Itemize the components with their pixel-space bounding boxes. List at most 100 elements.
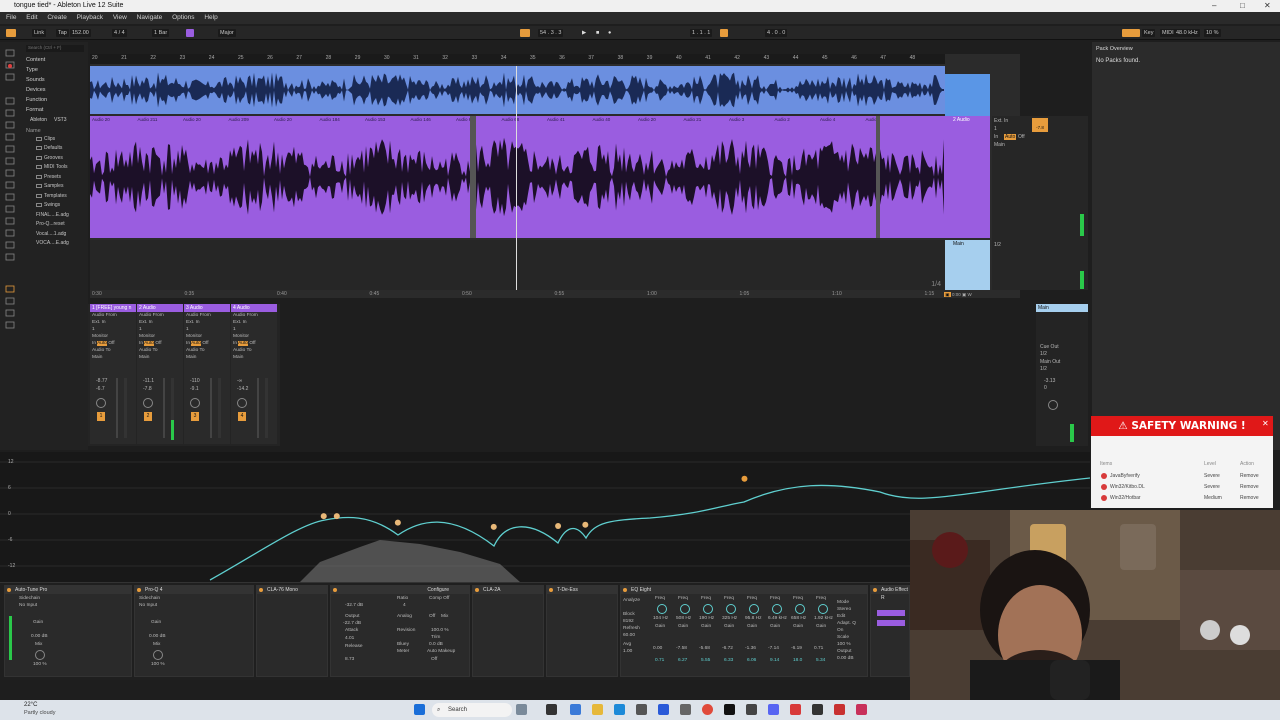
band-q[interactable]: 6.33 [724,658,733,663]
clip-label[interactable]: Audio 20 [183,117,201,122]
browser-tag-vst3[interactable]: VST3 [54,117,67,123]
freq-knob[interactable] [703,604,713,614]
remove-link[interactable]: Remove [1240,473,1259,479]
folder-icon[interactable] [592,704,603,715]
mix-knob[interactable] [153,650,163,660]
freq-knob[interactable] [726,604,736,614]
main-volume-field[interactable]: -3.13 [1044,378,1055,384]
volume-field[interactable]: -8.77 [96,378,107,384]
gain-value[interactable]: 0.00 dB [31,634,48,639]
app-icon[interactable] [658,704,669,715]
audio-track-blue[interactable] [90,66,945,114]
maximize-icon[interactable]: □ [1240,0,1245,12]
compressor-param[interactable]: Off [429,614,435,619]
eq8-band[interactable]: Freq 6.49 kHz Gain -7.14 9.14 [768,596,790,676]
eq8-param[interactable]: 60.00 [623,633,635,638]
pan-knob[interactable] [96,398,106,408]
eq8-band[interactable]: Freq 95.8 Hz Gain -1.36 6.06 [745,596,767,676]
loop-start-field[interactable]: 1 . 1 . 1 [690,29,713,37]
rack-chain[interactable] [877,620,905,626]
record-icon[interactable]: ● [606,29,614,37]
menu-edit[interactable]: Edit [26,14,37,21]
browser-category-sounds[interactable]: Sounds [26,77,45,83]
app-icon[interactable] [570,704,581,715]
compressor-param[interactable]: Bluey [397,642,409,647]
taskbar-search-input[interactable]: ⌕ Search [432,703,512,717]
pan-field[interactable]: -7.8 [143,386,152,392]
discord-icon[interactable] [768,704,779,715]
browser-tag-ableton[interactable]: Ableton [30,117,47,123]
loop-length-field[interactable]: 4 . 0 . 0 [765,29,788,37]
browser-category-function[interactable]: Function [26,97,47,103]
eq8-param[interactable]: Stereo [837,607,851,612]
app-icon[interactable] [680,704,691,715]
volume-field[interactable]: -11.1 [143,378,154,384]
pan-field[interactable]: -6.7 [96,386,105,392]
position-field[interactable]: 54 . 3 . 3 [538,29,564,37]
key-map-button[interactable]: Key [1142,29,1156,37]
quantize-field[interactable]: 1 Bar [152,29,170,37]
configure-button[interactable]: Configure [331,586,469,594]
band-gain[interactable]: -6.19 [791,646,802,651]
app-icon[interactable] [790,704,801,715]
browser-category-devices[interactable]: Devices [26,87,46,93]
monitor-off[interactable]: Off [1018,134,1025,140]
band-gain[interactable]: -7.14 [768,646,779,651]
eq8-param[interactable]: 8192 [623,619,634,624]
freq-knob[interactable] [772,604,782,614]
browser-category-content[interactable]: Content [26,57,45,63]
clip-label[interactable]: Audio 20 [92,117,110,122]
eq8-param[interactable]: Analyze [623,598,640,603]
menu-view[interactable]: View [113,14,127,21]
clip-label[interactable]: Audio 3 [729,117,744,122]
browser-folder[interactable]: Presets [36,174,61,180]
compressor-param[interactable]: Off [431,657,437,662]
band-q[interactable]: 18.0 [793,658,802,663]
compressor-param[interactable]: 4 [403,603,406,608]
clip-label[interactable]: Audio 20 [274,117,292,122]
monitor-buttons[interactable]: In Auto Off [184,340,230,347]
browser-folder[interactable]: Clips [36,136,55,142]
volume-fader[interactable] [257,378,259,438]
pan-knob[interactable] [190,398,200,408]
output-select[interactable]: Main [90,354,136,361]
input-channel-select[interactable]: 1 [90,326,136,333]
sidechain-input[interactable]: No Input [19,603,37,608]
weather-temp[interactable]: 22°C [24,702,37,708]
scale-field[interactable]: Major [218,29,236,37]
output-select[interactable]: Main [137,354,183,361]
band-q[interactable]: 9.14 [770,658,779,663]
track-activator[interactable]: 4 [238,412,246,421]
input-type-select[interactable]: Ext. In [184,319,230,326]
track-header-main[interactable]: Main [945,240,990,290]
volume-field[interactable]: -∞ [237,378,242,384]
input-channel-select[interactable]: 1 [184,326,230,333]
signature-field[interactable]: 4 / 4 [112,29,127,37]
eq8-param[interactable]: 0.00 dB [837,656,854,661]
compressor-param[interactable]: 0.0 dB [429,642,443,647]
browser-sidebar-icons[interactable] [4,46,18,336]
app-icon[interactable] [856,704,867,715]
zoom-controls[interactable]: ▣ 0:00 ▣ W [944,292,994,299]
app-icon[interactable] [834,704,845,715]
browser-folder[interactable]: Grooves [36,155,63,161]
volume-fader[interactable] [210,378,212,438]
pan-knob[interactable] [143,398,153,408]
chrome-icon[interactable] [702,704,713,715]
compressor-param[interactable]: 4.01 [345,636,354,641]
mix-knob[interactable] [35,650,45,660]
menu-create[interactable]: Create [47,14,67,21]
output-select[interactable]: Main [231,354,277,361]
tempo-field[interactable]: 152.00 [70,29,91,37]
band-freq[interactable]: 508 Hz [676,616,691,621]
main-pan-field[interactable]: 0 [1044,385,1047,391]
browser-folder[interactable]: Swings [36,202,60,208]
browser-folder[interactable]: Samples [36,183,63,189]
volume-field[interactable]: -110 [190,378,200,384]
monitor-buttons[interactable]: In Auto Off [90,340,136,347]
freq-knob[interactable] [795,604,805,614]
eq8-param[interactable]: Mode [837,600,849,605]
band-freq[interactable]: 95.8 Hz [745,616,762,621]
eq8-param[interactable]: 100 % [837,642,851,647]
mixer-channel[interactable]: 3 Audio Audio From Ext. In 1 Monitor In … [184,304,230,444]
